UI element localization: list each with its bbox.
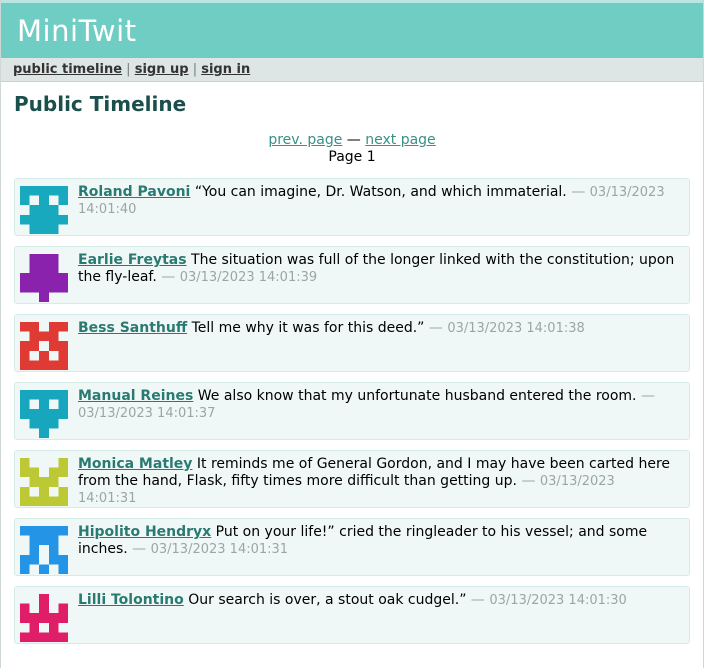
timestamp-dash: — bbox=[428, 320, 443, 336]
message-timestamp: 03/13/2023 14:01:38 bbox=[447, 321, 585, 336]
message-text: Our search is over, a stout oak cudgel.” bbox=[188, 592, 467, 608]
identicon-icon bbox=[20, 322, 68, 370]
identicon-icon bbox=[20, 594, 68, 642]
page-number: Page 1 bbox=[328, 149, 376, 165]
timestamp-dash: — bbox=[521, 473, 536, 489]
message-timestamp: 03/13/2023 14:01:30 bbox=[489, 593, 627, 608]
navigation-bar: public timeline | sign up | sign in bbox=[1, 58, 703, 82]
nav-public-timeline-link[interactable]: public timeline bbox=[13, 62, 122, 77]
timestamp-dash: — bbox=[161, 269, 176, 285]
avatar bbox=[20, 458, 68, 506]
message-item: Manual Reines We also know that my unfor… bbox=[14, 382, 690, 440]
avatar bbox=[20, 254, 68, 302]
timestamp-dash: — bbox=[470, 592, 485, 608]
message-timestamp: 03/13/2023 14:01:37 bbox=[78, 406, 216, 421]
message-item: Bess Santhuff Tell me why it was for thi… bbox=[14, 314, 690, 372]
header-bar: MiniTwit bbox=[1, 0, 703, 58]
identicon-icon bbox=[20, 186, 68, 234]
message-list: Roland Pavoni “You can imagine, Dr. Wats… bbox=[14, 178, 690, 644]
avatar bbox=[20, 390, 68, 438]
message-text: We also know that my unfortunate husband… bbox=[197, 388, 637, 404]
message-timestamp: 03/13/2023 14:01:39 bbox=[179, 270, 318, 285]
prev-page-link[interactable]: prev. page bbox=[268, 132, 342, 148]
username-link[interactable]: Manual Reines bbox=[78, 388, 193, 404]
message-item: Roland Pavoni “You can imagine, Dr. Wats… bbox=[14, 178, 690, 236]
username-link[interactable]: Earlie Freytas bbox=[78, 252, 187, 268]
message-text: “You can imagine, Dr. Watson, and which … bbox=[194, 184, 567, 200]
avatar bbox=[20, 322, 68, 370]
nav-sign-in-link[interactable]: sign in bbox=[201, 62, 250, 77]
identicon-icon bbox=[20, 254, 68, 302]
identicon-icon bbox=[20, 390, 68, 438]
app-title: MiniTwit bbox=[17, 14, 137, 48]
avatar bbox=[20, 186, 68, 234]
timestamp-dash: — bbox=[132, 541, 147, 557]
message-text: Tell me why it was for this deed.” bbox=[191, 320, 425, 336]
timestamp-dash: — bbox=[640, 388, 655, 404]
page-title: Public Timeline bbox=[14, 92, 187, 116]
avatar bbox=[20, 526, 68, 574]
timestamp-dash: — bbox=[571, 184, 586, 200]
username-link[interactable]: Roland Pavoni bbox=[78, 184, 190, 200]
identicon-icon bbox=[20, 526, 68, 574]
avatar bbox=[20, 594, 68, 642]
username-link[interactable]: Lilli Tolontino bbox=[78, 592, 184, 608]
pagination-separator: — bbox=[346, 132, 361, 148]
pagination: prev. page — next page Page 1 bbox=[14, 132, 690, 166]
message-item: Monica Matley It reminds me of General G… bbox=[14, 450, 690, 508]
next-page-link[interactable]: next page bbox=[365, 132, 435, 148]
main-content: Public Timeline prev. page — next page P… bbox=[1, 92, 703, 644]
username-link[interactable]: Monica Matley bbox=[78, 456, 192, 472]
nav-sign-up-link[interactable]: sign up bbox=[135, 62, 189, 77]
username-link[interactable]: Bess Santhuff bbox=[78, 320, 187, 336]
page: MiniTwit public timeline | sign up | sig… bbox=[0, 0, 704, 668]
message-item: Hipolito Hendryx Put on your life!” crie… bbox=[14, 518, 690, 576]
nav-separator: | bbox=[126, 62, 131, 77]
message-item: Earlie Freytas The situation was full of… bbox=[14, 246, 690, 304]
identicon-icon bbox=[20, 458, 68, 506]
message-timestamp: 03/13/2023 14:01:31 bbox=[150, 542, 289, 557]
nav-separator: | bbox=[192, 62, 198, 77]
message-item: Lilli Tolontino Our search is over, a st… bbox=[14, 586, 690, 644]
username-link[interactable]: Hipolito Hendryx bbox=[78, 524, 211, 540]
